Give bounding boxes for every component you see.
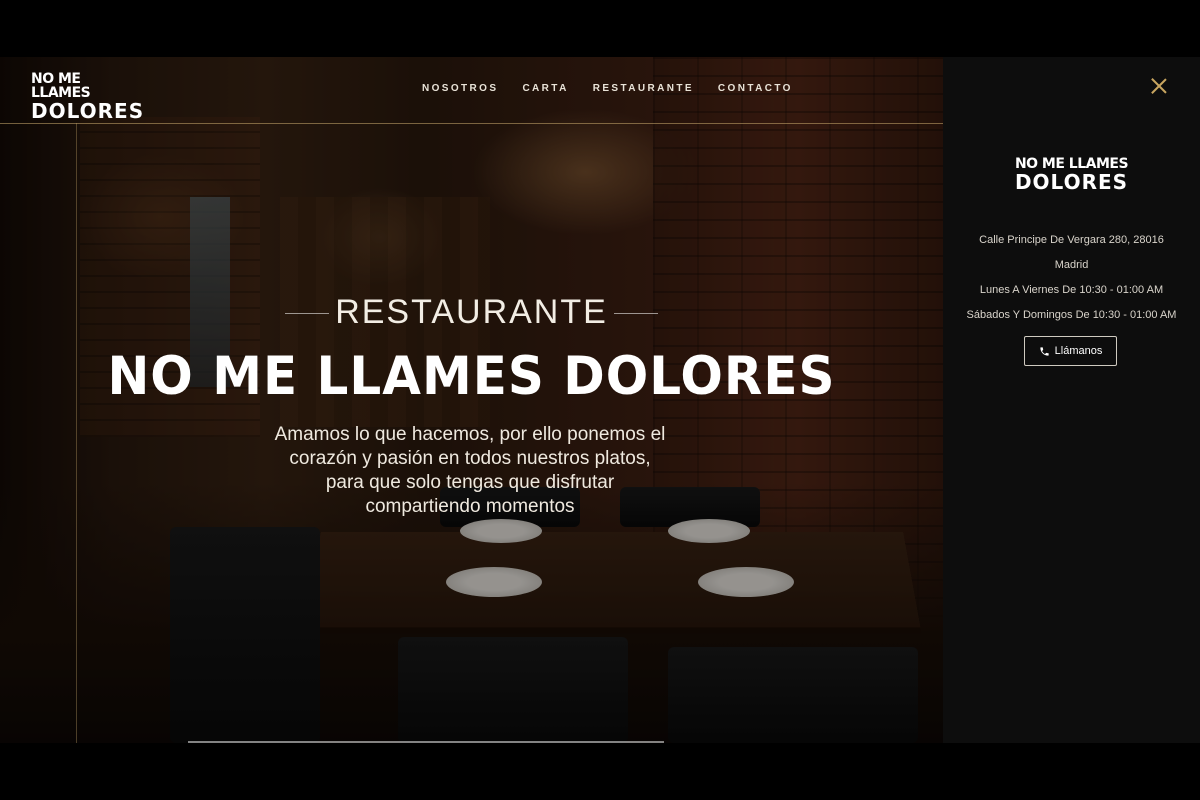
side-panel-logo: NO ME LLAMES DOLORES [943, 157, 1200, 192]
nav-item-nosotros[interactable]: NOSOTROS [422, 83, 498, 94]
address-line-1: Calle Principe De Vergara 280, 28016 [979, 234, 1164, 246]
hours-weekend: Sábados Y Domingos De 10:30 - 01:00 AM [966, 309, 1177, 321]
call-button[interactable]: Llámanos [1024, 336, 1117, 366]
nav-item-carta[interactable]: CARTA [522, 83, 568, 94]
phone-icon [1040, 346, 1049, 356]
side-logo-line-1: NO ME LLAMES [1014, 156, 1129, 172]
hero-headline: NO ME LLAMES DOLORES [107, 345, 836, 407]
scroll-progress-line [188, 741, 664, 743]
side-info-panel: NO ME LLAMES DOLORES Calle Principe De V… [943, 57, 1200, 743]
address-line-2: Madrid [1054, 259, 1089, 271]
hero-eyebrow-wrap: RESTAURANTE [0, 293, 943, 332]
hero-eyebrow: RESTAURANTE [285, 293, 658, 332]
top-navigation-bar: NO ME LLAMES DOLORES NOSOTROS CARTA REST… [0, 57, 943, 124]
contact-info: Calle Principe De Vergara 280, 28016 Mad… [943, 228, 1200, 328]
decorative-vertical-line [76, 123, 77, 743]
nav-item-contacto[interactable]: CONTACTO [718, 83, 793, 94]
side-logo-line-2: DOLORES [1014, 170, 1129, 194]
hero-tagline: Amamos lo que hacemos, por ello ponemos … [274, 424, 666, 517]
site-logo[interactable]: NO ME LLAMES DOLORES [31, 71, 145, 123]
nav-item-restaurante[interactable]: RESTAURANTE [593, 83, 694, 94]
flourish-left [285, 312, 330, 314]
flourish-right [613, 312, 658, 314]
main-nav: NOSOTROS CARTA RESTAURANTE CONTACTO [422, 83, 793, 94]
hours-weekdays: Lunes A Viernes De 10:30 - 01:00 AM [979, 284, 1164, 296]
hero-eyebrow-text: RESTAURANTE [335, 293, 608, 331]
call-button-label: Llámanos [1054, 345, 1103, 357]
logo-line-1: NO ME LLAMES [31, 71, 91, 101]
logo-line-2: DOLORES [31, 99, 145, 123]
page-frame: NO ME LLAMES DOLORES NOSOTROS CARTA REST… [0, 57, 1200, 743]
close-icon[interactable] [1150, 77, 1168, 95]
